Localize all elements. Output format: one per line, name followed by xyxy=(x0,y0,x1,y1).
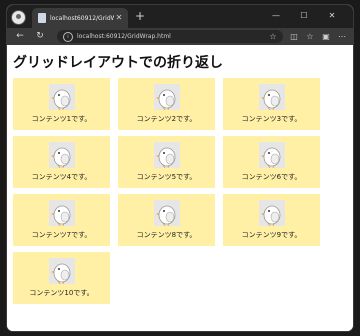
page-content: グリッドレイアウトでの折り返し コンテンツ1です。 コンテンツ2です。 コンテンツ3… xyxy=(7,45,353,331)
browser-toolbar: ← ↻ i localhost:60912/GridWrap.html ☆ ◫ … xyxy=(7,28,353,45)
bird-icon xyxy=(49,258,75,285)
reload-button[interactable]: ↻ xyxy=(33,30,47,43)
favorite-star-icon[interactable]: ☆ xyxy=(268,30,278,43)
address-bar[interactable]: i localhost:60912/GridWrap.html ☆ xyxy=(57,30,283,43)
collections-icon[interactable]: ▣ xyxy=(319,30,333,43)
tab-title: localhost60912/GridWrap.html xyxy=(50,15,114,22)
grid-item: コンテンツ2です。 xyxy=(118,78,215,130)
page-favicon-icon xyxy=(38,13,46,23)
grid-item: コンテンツ4です。 xyxy=(13,136,110,188)
grid-item-label: コンテンツ2です。 xyxy=(136,115,197,123)
bird-icon xyxy=(154,84,180,111)
grid-item: コンテンツ7です。 xyxy=(13,194,110,246)
grid-item: コンテンツ6です。 xyxy=(223,136,320,188)
grid-item-label: コンテンツ8です。 xyxy=(136,231,197,239)
grid-item-label: コンテンツ7です。 xyxy=(31,231,92,239)
grid-item-label: コンテンツ1です。 xyxy=(31,115,92,123)
grid-item-label: コンテンツ3です。 xyxy=(241,115,302,123)
site-info-icon[interactable]: i xyxy=(63,32,73,42)
browser-window: localhost60912/GridWrap.html ✕ + — ☐ ✕ ←… xyxy=(7,5,353,331)
grid-item-label: コンテンツ9です。 xyxy=(241,231,302,239)
grid-item-label: コンテンツ5です。 xyxy=(136,173,197,181)
page-title: グリッドレイアウトでの折り返し xyxy=(13,55,223,71)
bird-icon xyxy=(49,84,75,111)
maximize-button[interactable]: ☐ xyxy=(295,9,313,23)
bird-icon xyxy=(154,200,180,227)
grid-item: コンテンツ8です。 xyxy=(118,194,215,246)
grid-item-label: コンテンツ4です。 xyxy=(31,173,92,181)
bird-icon xyxy=(259,84,285,111)
minimize-button[interactable]: — xyxy=(267,9,285,23)
tab-strip: localhost60912/GridWrap.html ✕ + — ☐ ✕ xyxy=(7,5,353,28)
grid-item: コンテンツ3です。 xyxy=(223,78,320,130)
grid-item-label: コンテンツ6です。 xyxy=(241,173,302,181)
grid-item: コンテンツ9です。 xyxy=(223,194,320,246)
grid-item: コンテンツ5です。 xyxy=(118,136,215,188)
tab-gridwrap[interactable]: localhost60912/GridWrap.html ✕ xyxy=(32,8,128,28)
close-window-button[interactable]: ✕ xyxy=(323,9,341,23)
bird-icon xyxy=(259,142,285,169)
grid-item-label: コンテンツ10です。 xyxy=(29,289,94,297)
more-icon[interactable]: ⋯ xyxy=(335,30,349,43)
bird-icon xyxy=(49,200,75,227)
profile-avatar-icon[interactable] xyxy=(11,10,26,25)
address-url: localhost:60912/GridWrap.html xyxy=(77,33,171,40)
bird-icon xyxy=(154,142,180,169)
bird-icon xyxy=(259,200,285,227)
tab-close-icon[interactable]: ✕ xyxy=(114,12,124,24)
back-button[interactable]: ← xyxy=(13,30,27,43)
content-grid: コンテンツ1です。 コンテンツ2です。 コンテンツ3です。 コンテンツ4です。 コンテン… xyxy=(13,78,325,304)
new-tab-button[interactable]: + xyxy=(133,9,147,23)
bird-icon xyxy=(49,142,75,169)
split-screen-icon[interactable]: ◫ xyxy=(287,30,301,43)
favorites-icon[interactable]: ☆ xyxy=(303,30,317,43)
grid-item: コンテンツ1です。 xyxy=(13,78,110,130)
grid-item: コンテンツ10です。 xyxy=(13,252,110,304)
